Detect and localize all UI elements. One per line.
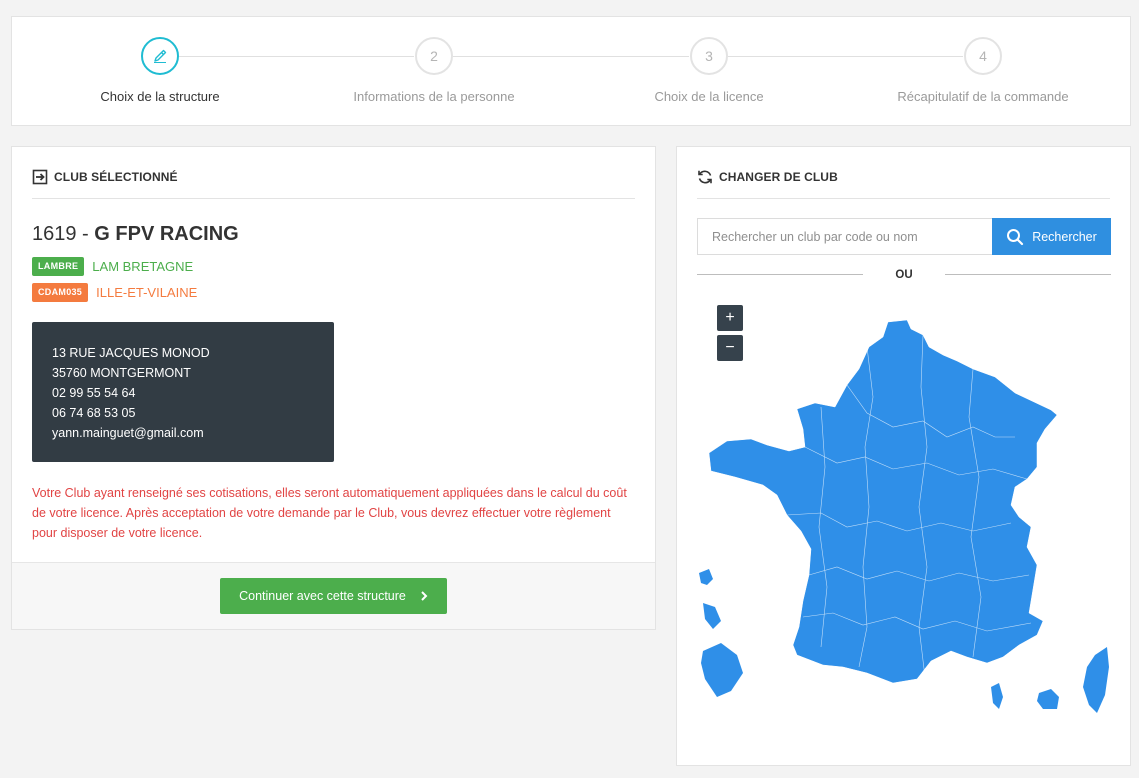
continue-button[interactable]: Continuer avec cette structure: [220, 578, 447, 614]
step-choix-structure[interactable]: Choix de la structure: [40, 37, 280, 104]
cd-name: ILLE-ET-VILAINE: [96, 285, 198, 300]
map-corse[interactable]: [1083, 647, 1109, 713]
map-martinique[interactable]: [703, 603, 721, 629]
club-code: 1619: [32, 223, 77, 245]
panel-title: CLUB SÉLECTIONNÉ: [54, 170, 178, 184]
search-button[interactable]: Rechercher: [992, 218, 1111, 255]
phone-secondary: 06 74 68 53 05: [52, 406, 136, 420]
panel-header: CLUB SÉLECTIONNÉ: [32, 169, 635, 199]
address-street: 13 RUE JACQUES MONOD: [52, 346, 210, 360]
registration-stepper: Choix de la structure 2 Informations de …: [11, 16, 1131, 126]
refresh-icon: [698, 170, 712, 184]
france-map-svg: [699, 319, 1109, 713]
map-mayotte[interactable]: [991, 683, 1003, 709]
or-label: OU: [895, 269, 913, 281]
sign-in-icon: [32, 169, 48, 185]
panel-header: CHANGER DE CLUB: [697, 169, 1110, 199]
contact-email: yann.mainguet@gmail.com: [52, 426, 204, 440]
club-search-input[interactable]: [697, 218, 992, 255]
step-circle: 2: [415, 37, 453, 75]
cd-badge: CDAM035: [32, 283, 89, 302]
map-guadeloupe[interactable]: [699, 569, 713, 585]
pencil-icon: [154, 49, 167, 63]
or-divider: OU: [697, 267, 1111, 283]
map-guyane[interactable]: [701, 643, 743, 697]
ligue-name: LAM BRETAGNE: [92, 259, 194, 274]
step-recapitulatif[interactable]: 4 Récapitulatif de la commande: [863, 37, 1103, 104]
chevron-right-icon: [421, 591, 428, 601]
club-contact-card: 13 RUE JACQUES MONOD 35760 MONTGERMONT 0…: [32, 322, 334, 462]
ligue-row: LAMBRE LAM BRETAGNE: [32, 257, 193, 276]
panel-footer: Continuer avec cette structure: [12, 562, 655, 629]
map-metropole[interactable]: [708, 319, 1058, 684]
france-map[interactable]: [697, 317, 1111, 737]
step-choix-licence[interactable]: 3 Choix de la licence: [589, 37, 829, 104]
address-city: 35760 MONTGERMONT: [52, 366, 191, 380]
search-icon: [1007, 228, 1024, 245]
search-button-label: Rechercher: [1032, 229, 1097, 244]
step-informations-personne[interactable]: 2 Informations de la personne: [314, 37, 554, 104]
club-separator: -: [76, 223, 95, 245]
step-label: Informations de la personne: [353, 89, 515, 104]
continue-label: Continuer avec cette structure: [239, 589, 406, 603]
club-title: 1619 - G FPV RACING: [32, 223, 239, 246]
step-label: Choix de la structure: [100, 89, 220, 104]
cotisation-notice: Votre Club ayant renseigné ses cotisatio…: [32, 486, 627, 540]
ligue-badge: LAMBRE: [32, 257, 85, 276]
club-search: Rechercher: [697, 218, 1111, 255]
change-club-panel: CHANGER DE CLUB Rechercher OU + −: [676, 146, 1131, 766]
step-circle: 4: [964, 37, 1002, 75]
step-circle: [141, 37, 179, 75]
map-reunion[interactable]: [1037, 689, 1059, 709]
panel-title: CHANGER DE CLUB: [719, 170, 838, 184]
step-circle: 3: [690, 37, 728, 75]
club-name: G FPV RACING: [94, 223, 239, 245]
selected-club-panel: CLUB SÉLECTIONNÉ 1619 - G FPV RACING LAM…: [11, 146, 656, 630]
phone-primary: 02 99 55 54 64: [52, 386, 136, 400]
step-label: Récapitulatif de la commande: [897, 89, 1069, 104]
step-label: Choix de la licence: [654, 89, 764, 104]
cd-row: CDAM035 ILLE-ET-VILAINE: [32, 283, 197, 302]
